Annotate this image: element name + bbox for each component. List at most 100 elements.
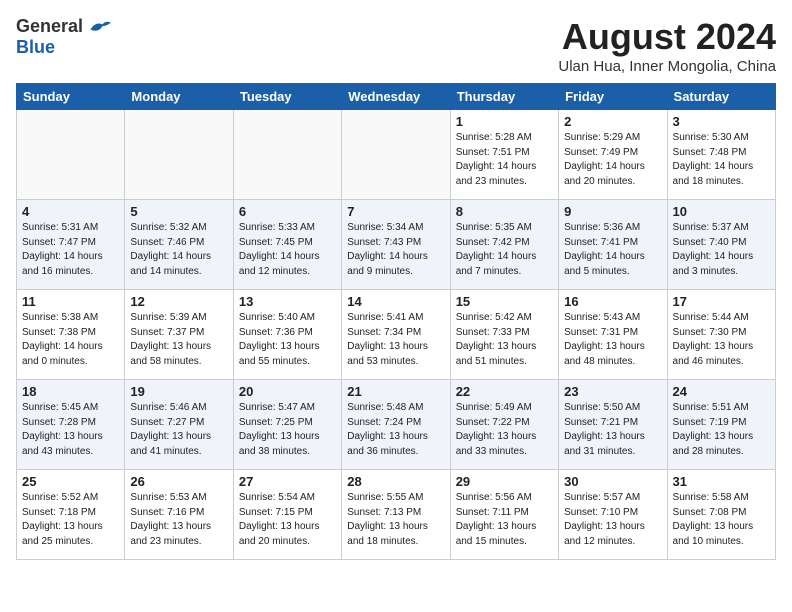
calendar-day-cell: 27 Sunrise: 5:54 AMSunset: 7:15 PMDaylig… xyxy=(233,470,341,560)
day-info: Sunrise: 5:29 AMSunset: 7:49 PMDaylight:… xyxy=(564,132,645,187)
day-number: 14 xyxy=(347,294,444,309)
calendar-day-cell: 7 Sunrise: 5:34 AMSunset: 7:43 PMDayligh… xyxy=(342,200,450,290)
logo-blue-text: Blue xyxy=(16,37,55,57)
day-info: Sunrise: 5:55 AMSunset: 7:13 PMDaylight:… xyxy=(347,492,428,547)
calendar-day-cell: 5 Sunrise: 5:32 AMSunset: 7:46 PMDayligh… xyxy=(125,200,233,290)
day-number: 18 xyxy=(22,384,119,399)
calendar-day-header: Wednesday xyxy=(342,84,450,110)
calendar-day-cell: 10 Sunrise: 5:37 AMSunset: 7:40 PMDaylig… xyxy=(667,200,775,290)
day-info: Sunrise: 5:48 AMSunset: 7:24 PMDaylight:… xyxy=(347,402,428,457)
day-number: 2 xyxy=(564,114,661,129)
calendar-day-cell: 12 Sunrise: 5:39 AMSunset: 7:37 PMDaylig… xyxy=(125,290,233,380)
day-number: 30 xyxy=(564,474,661,489)
calendar-day-cell: 14 Sunrise: 5:41 AMSunset: 7:34 PMDaylig… xyxy=(342,290,450,380)
day-number: 17 xyxy=(673,294,770,309)
day-number: 6 xyxy=(239,204,336,219)
day-info: Sunrise: 5:36 AMSunset: 7:41 PMDaylight:… xyxy=(564,222,645,277)
day-number: 12 xyxy=(130,294,227,309)
calendar-day-cell: 3 Sunrise: 5:30 AMSunset: 7:48 PMDayligh… xyxy=(667,110,775,200)
day-info: Sunrise: 5:28 AMSunset: 7:51 PMDaylight:… xyxy=(456,132,537,187)
day-number: 10 xyxy=(673,204,770,219)
calendar-day-cell: 22 Sunrise: 5:49 AMSunset: 7:22 PMDaylig… xyxy=(450,380,558,470)
calendar-table: SundayMondayTuesdayWednesdayThursdayFrid… xyxy=(16,83,776,560)
day-info: Sunrise: 5:43 AMSunset: 7:31 PMDaylight:… xyxy=(564,312,645,367)
day-number: 21 xyxy=(347,384,444,399)
day-info: Sunrise: 5:53 AMSunset: 7:16 PMDaylight:… xyxy=(130,492,211,547)
calendar-day-cell: 23 Sunrise: 5:50 AMSunset: 7:21 PMDaylig… xyxy=(559,380,667,470)
calendar-day-cell: 31 Sunrise: 5:58 AMSunset: 7:08 PMDaylig… xyxy=(667,470,775,560)
day-info: Sunrise: 5:30 AMSunset: 7:48 PMDaylight:… xyxy=(673,132,754,187)
day-info: Sunrise: 5:44 AMSunset: 7:30 PMDaylight:… xyxy=(673,312,754,367)
day-number: 25 xyxy=(22,474,119,489)
calendar-week-row: 1 Sunrise: 5:28 AMSunset: 7:51 PMDayligh… xyxy=(17,110,776,200)
calendar-day-header: Thursday xyxy=(450,84,558,110)
day-info: Sunrise: 5:35 AMSunset: 7:42 PMDaylight:… xyxy=(456,222,537,277)
day-number: 3 xyxy=(673,114,770,129)
day-info: Sunrise: 5:52 AMSunset: 7:18 PMDaylight:… xyxy=(22,492,103,547)
calendar-day-cell: 25 Sunrise: 5:52 AMSunset: 7:18 PMDaylig… xyxy=(17,470,125,560)
calendar-day-cell: 16 Sunrise: 5:43 AMSunset: 7:31 PMDaylig… xyxy=(559,290,667,380)
day-info: Sunrise: 5:31 AMSunset: 7:47 PMDaylight:… xyxy=(22,222,103,277)
page-header: General Blue August 2024 Ulan Hua, Inner… xyxy=(16,16,776,75)
day-number: 9 xyxy=(564,204,661,219)
calendar-day-cell: 13 Sunrise: 5:40 AMSunset: 7:36 PMDaylig… xyxy=(233,290,341,380)
calendar-day-cell: 28 Sunrise: 5:55 AMSunset: 7:13 PMDaylig… xyxy=(342,470,450,560)
day-number: 13 xyxy=(239,294,336,309)
calendar-day-cell: 4 Sunrise: 5:31 AMSunset: 7:47 PMDayligh… xyxy=(17,200,125,290)
day-number: 23 xyxy=(564,384,661,399)
month-title: August 2024 xyxy=(558,16,776,58)
day-number: 27 xyxy=(239,474,336,489)
day-info: Sunrise: 5:40 AMSunset: 7:36 PMDaylight:… xyxy=(239,312,320,367)
day-number: 20 xyxy=(239,384,336,399)
day-number: 29 xyxy=(456,474,553,489)
calendar-day-cell: 17 Sunrise: 5:44 AMSunset: 7:30 PMDaylig… xyxy=(667,290,775,380)
calendar-week-row: 18 Sunrise: 5:45 AMSunset: 7:28 PMDaylig… xyxy=(17,380,776,470)
logo: General Blue xyxy=(16,16,111,58)
calendar-day-cell: 24 Sunrise: 5:51 AMSunset: 7:19 PMDaylig… xyxy=(667,380,775,470)
day-info: Sunrise: 5:42 AMSunset: 7:33 PMDaylight:… xyxy=(456,312,537,367)
day-number: 11 xyxy=(22,294,119,309)
day-info: Sunrise: 5:39 AMSunset: 7:37 PMDaylight:… xyxy=(130,312,211,367)
day-info: Sunrise: 5:56 AMSunset: 7:11 PMDaylight:… xyxy=(456,492,537,547)
calendar-header-row: SundayMondayTuesdayWednesdayThursdayFrid… xyxy=(17,84,776,110)
calendar-day-header: Sunday xyxy=(17,84,125,110)
day-number: 7 xyxy=(347,204,444,219)
calendar-day-cell: 18 Sunrise: 5:45 AMSunset: 7:28 PMDaylig… xyxy=(17,380,125,470)
day-info: Sunrise: 5:57 AMSunset: 7:10 PMDaylight:… xyxy=(564,492,645,547)
calendar-day-cell xyxy=(17,110,125,200)
day-info: Sunrise: 5:46 AMSunset: 7:27 PMDaylight:… xyxy=(130,402,211,457)
day-info: Sunrise: 5:50 AMSunset: 7:21 PMDaylight:… xyxy=(564,402,645,457)
day-number: 8 xyxy=(456,204,553,219)
day-number: 15 xyxy=(456,294,553,309)
day-info: Sunrise: 5:49 AMSunset: 7:22 PMDaylight:… xyxy=(456,402,537,457)
calendar-day-cell: 1 Sunrise: 5:28 AMSunset: 7:51 PMDayligh… xyxy=(450,110,558,200)
calendar-day-cell: 29 Sunrise: 5:56 AMSunset: 7:11 PMDaylig… xyxy=(450,470,558,560)
day-info: Sunrise: 5:33 AMSunset: 7:45 PMDaylight:… xyxy=(239,222,320,277)
day-info: Sunrise: 5:32 AMSunset: 7:46 PMDaylight:… xyxy=(130,222,211,277)
calendar-day-cell: 21 Sunrise: 5:48 AMSunset: 7:24 PMDaylig… xyxy=(342,380,450,470)
calendar-week-row: 11 Sunrise: 5:38 AMSunset: 7:38 PMDaylig… xyxy=(17,290,776,380)
calendar-day-header: Saturday xyxy=(667,84,775,110)
day-number: 5 xyxy=(130,204,227,219)
day-number: 31 xyxy=(673,474,770,489)
day-number: 16 xyxy=(564,294,661,309)
calendar-day-cell: 2 Sunrise: 5:29 AMSunset: 7:49 PMDayligh… xyxy=(559,110,667,200)
calendar-day-cell xyxy=(342,110,450,200)
day-info: Sunrise: 5:37 AMSunset: 7:40 PMDaylight:… xyxy=(673,222,754,277)
calendar-day-cell: 11 Sunrise: 5:38 AMSunset: 7:38 PMDaylig… xyxy=(17,290,125,380)
day-number: 28 xyxy=(347,474,444,489)
day-info: Sunrise: 5:45 AMSunset: 7:28 PMDaylight:… xyxy=(22,402,103,457)
day-number: 26 xyxy=(130,474,227,489)
day-number: 1 xyxy=(456,114,553,129)
day-number: 22 xyxy=(456,384,553,399)
calendar-day-cell: 6 Sunrise: 5:33 AMSunset: 7:45 PMDayligh… xyxy=(233,200,341,290)
day-info: Sunrise: 5:38 AMSunset: 7:38 PMDaylight:… xyxy=(22,312,103,367)
title-area: August 2024 Ulan Hua, Inner Mongolia, Ch… xyxy=(558,16,776,75)
day-info: Sunrise: 5:51 AMSunset: 7:19 PMDaylight:… xyxy=(673,402,754,457)
calendar-day-cell: 30 Sunrise: 5:57 AMSunset: 7:10 PMDaylig… xyxy=(559,470,667,560)
day-number: 19 xyxy=(130,384,227,399)
logo-general-text: General xyxy=(16,16,83,37)
day-info: Sunrise: 5:41 AMSunset: 7:34 PMDaylight:… xyxy=(347,312,428,367)
calendar-day-cell: 15 Sunrise: 5:42 AMSunset: 7:33 PMDaylig… xyxy=(450,290,558,380)
calendar-day-header: Monday xyxy=(125,84,233,110)
